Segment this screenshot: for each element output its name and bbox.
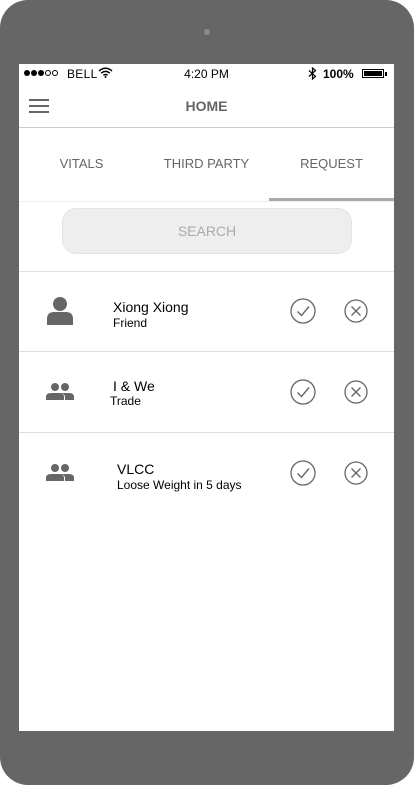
search-section [19,201,394,272]
page-title: HOME [185,98,228,114]
battery-icon [362,69,387,78]
request-name: VLCC [117,461,155,477]
app-screen: BELL 4:20 PM 100% HOME VITALS THIRD PART… [19,64,394,731]
navigation-bar: HOME [19,84,394,128]
request-subtitle: Friend [113,316,148,330]
list-item: I & We Trade [19,352,394,433]
person-icon [45,295,75,325]
check-circle-icon[interactable] [290,379,316,405]
search-input[interactable] [62,208,352,254]
tab-request[interactable]: REQUEST [269,128,394,201]
status-bar: BELL 4:20 PM 100% [19,64,394,84]
bluetooth-icon [308,66,317,83]
close-circle-icon[interactable] [344,299,368,323]
close-circle-icon[interactable] [344,461,368,485]
camera-dot [204,29,210,35]
check-circle-icon[interactable] [290,460,316,486]
group-icon [45,376,75,406]
request-list: Xiong Xiong Friend I & We Trade VLCC Loo… [19,271,394,513]
list-item: VLCC Loose Weight in 5 days [19,433,394,513]
tab-vitals[interactable]: VITALS [19,128,144,201]
device-frame: BELL 4:20 PM 100% HOME VITALS THIRD PART… [0,0,414,785]
close-circle-icon[interactable] [344,380,368,404]
check-circle-icon[interactable] [290,298,316,324]
request-name: Xiong Xiong [113,299,189,315]
tab-third-party[interactable]: THIRD PARTY [144,128,269,201]
tab-bar: VITALS THIRD PARTY REQUEST [19,128,394,201]
request-subtitle: Trade [110,394,141,408]
request-subtitle: Loose Weight in 5 days [117,478,242,492]
list-item: Xiong Xiong Friend [19,271,394,352]
battery-fill [364,71,382,76]
battery-percentage: 100% [323,67,354,81]
request-name: I & We [113,378,155,394]
group-icon [45,457,75,487]
